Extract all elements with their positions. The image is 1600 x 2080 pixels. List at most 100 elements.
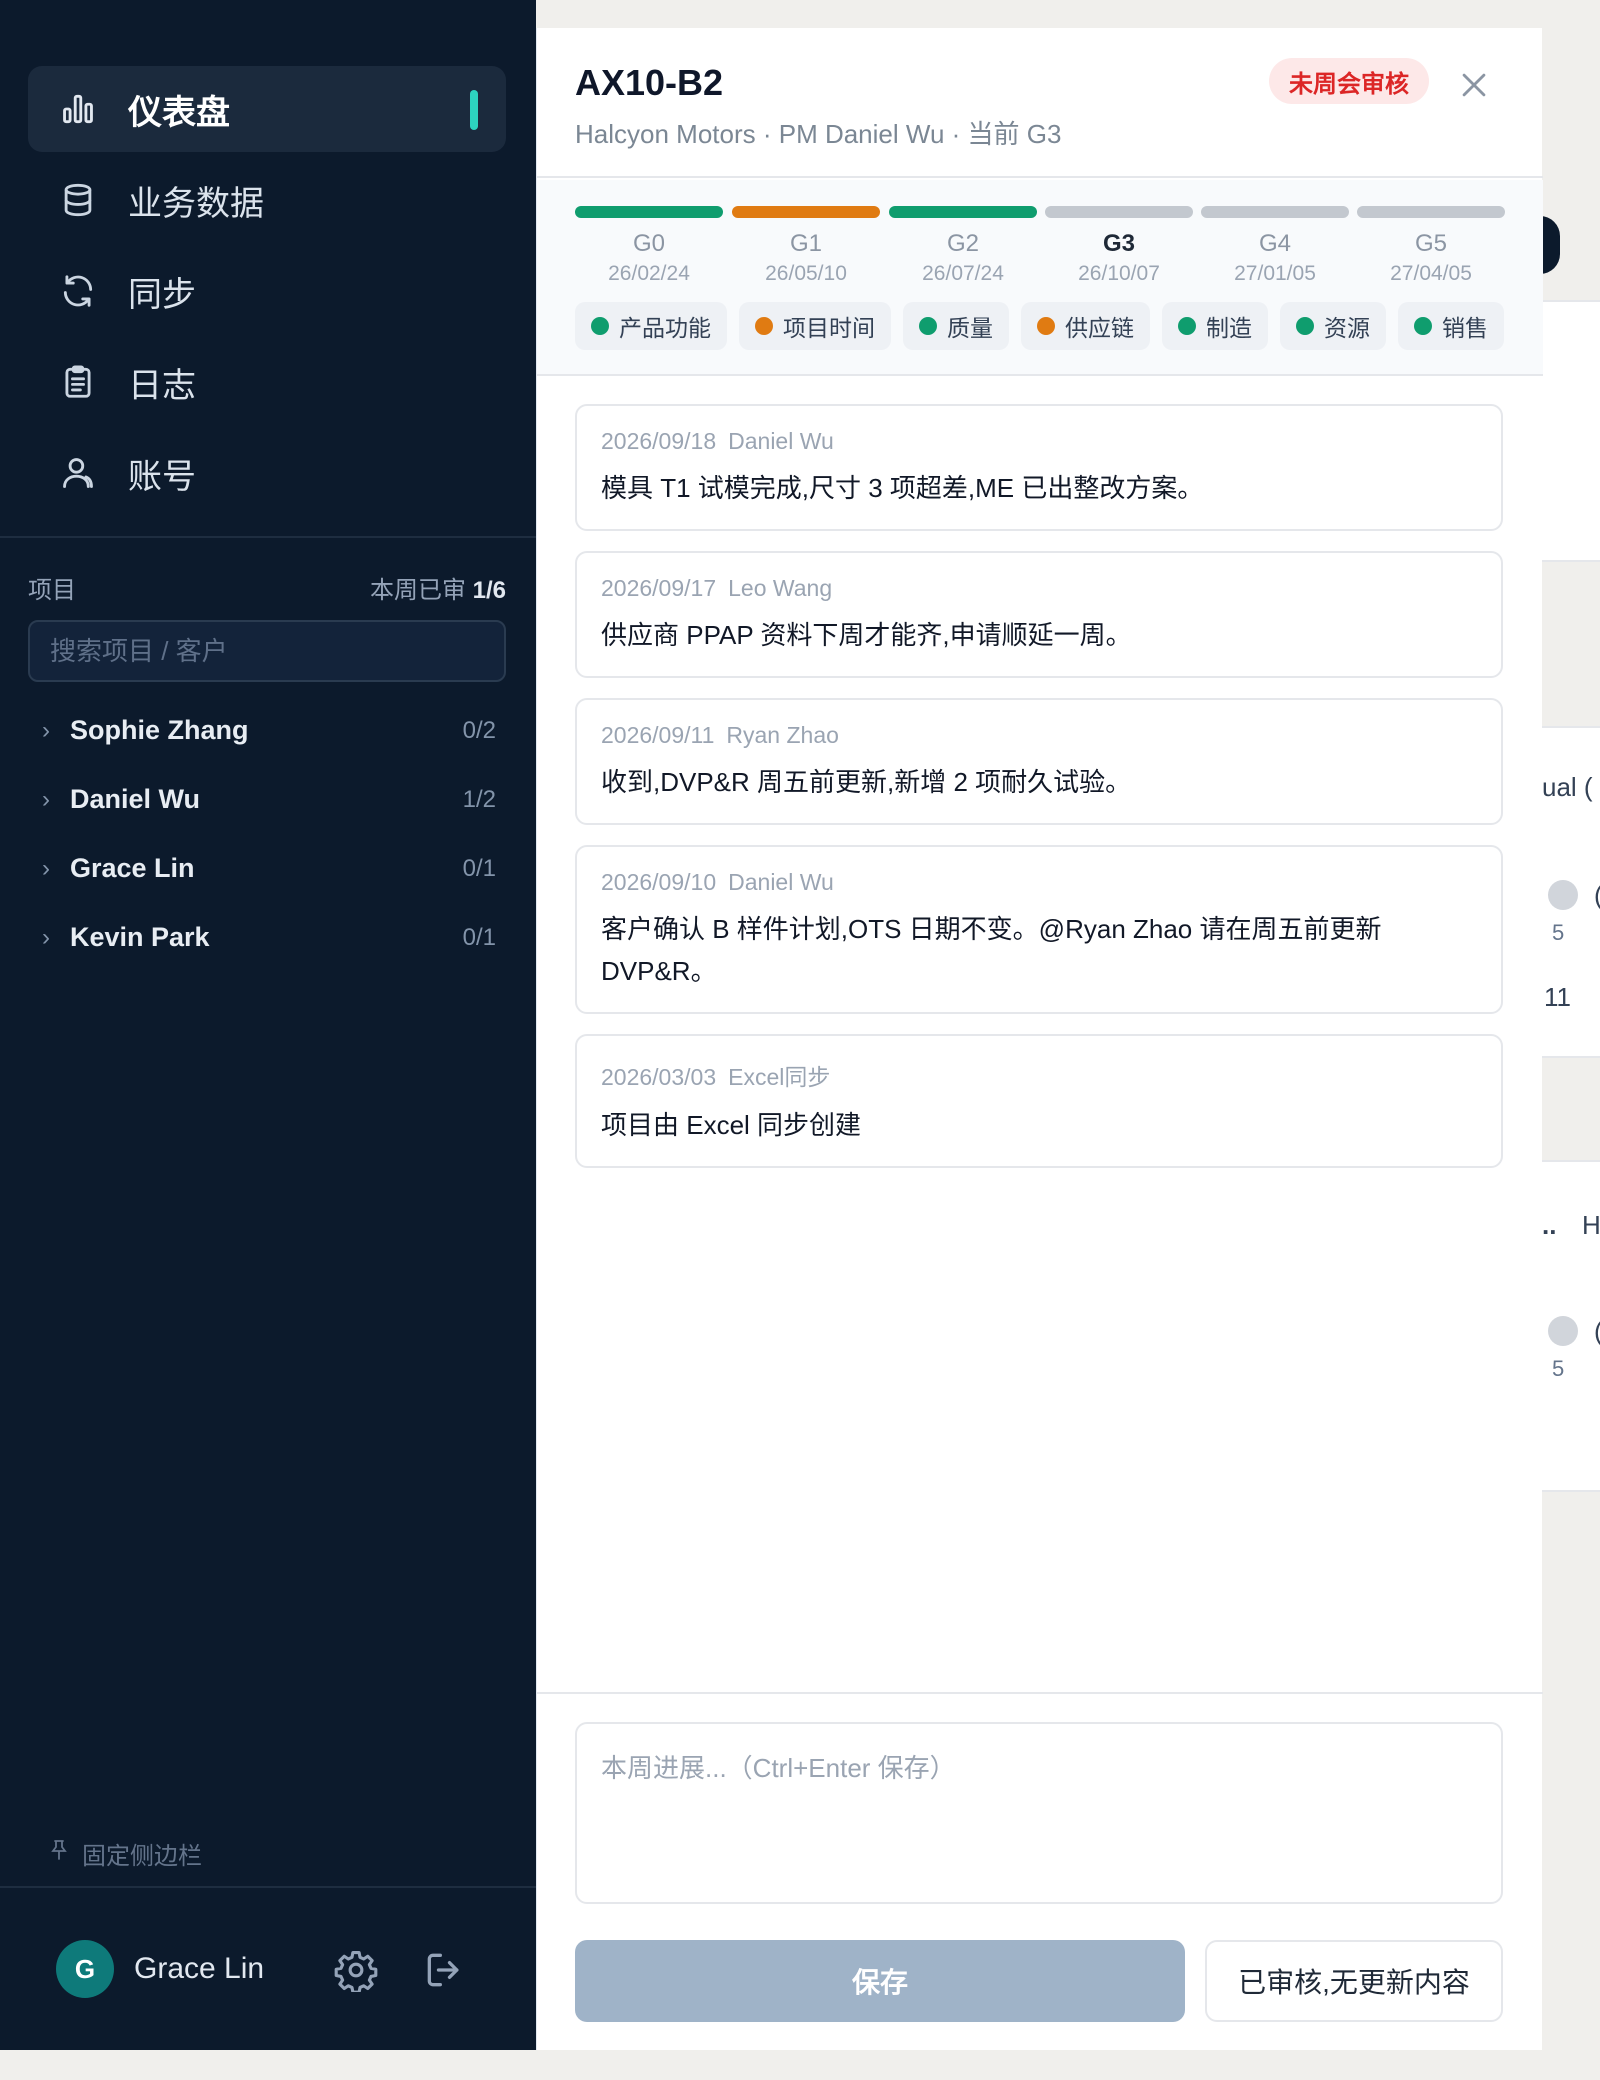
- log-entry: 2026/09/17 Leo Wang 供应商 PPAP 资料下周才能齐,申请顺延…: [575, 551, 1503, 678]
- gate-date: 26/10/07: [1078, 262, 1160, 285]
- main-nav: 仪表盘 业务数据 同步 日志 账号: [28, 66, 506, 521]
- pm-row-kevin-park[interactable]: › Kevin Park 0/1: [28, 903, 506, 972]
- log-author: Leo Wang: [728, 575, 833, 601]
- log-meta: 2026/09/10 Daniel Wu: [601, 869, 1477, 896]
- status-dot: [1296, 317, 1314, 335]
- gate-date: 27/04/05: [1390, 262, 1472, 285]
- chip-label: 资源: [1324, 315, 1370, 341]
- nav-item-business-data[interactable]: 业务数据: [28, 157, 506, 243]
- save-button[interactable]: 保存: [575, 1940, 1185, 2022]
- log-meta: 2026/03/03 Excel同步: [601, 1058, 1477, 1092]
- bar-chart-icon: [58, 89, 98, 129]
- background-card: ual ( ( 5 11: [1542, 726, 1600, 1058]
- review-label: 本周已审: [369, 577, 466, 604]
- status-dot: [591, 317, 609, 335]
- chip-supply-chain[interactable]: 供应链: [1021, 302, 1150, 350]
- log-author: Ryan Zhao: [726, 722, 839, 748]
- chip-label: 供应链: [1065, 315, 1134, 341]
- weekly-progress-input[interactable]: [575, 1722, 1503, 1904]
- gate-g0[interactable]: G0 26/02/24: [575, 206, 723, 286]
- gear-icon[interactable]: [334, 1948, 378, 1994]
- log-text: 项目由 Excel 同步创建: [601, 1110, 862, 1140]
- log-text: 收到,DVP&R 周五前更新,新增 2 项耐久试验。: [601, 767, 1132, 797]
- log-author: Daniel Wu: [728, 869, 834, 895]
- gate-name: G4: [1258, 230, 1291, 257]
- chip-sales[interactable]: 销售: [1398, 302, 1504, 350]
- nav-label: 同步: [128, 275, 196, 314]
- footer-divider: [537, 1692, 1543, 1694]
- chip-label: 制造: [1206, 315, 1252, 341]
- user-profile[interactable]: G Grace Lin: [56, 1940, 264, 1998]
- pm-row-grace-lin[interactable]: › Grace Lin 0/1: [28, 834, 506, 903]
- chip-resources[interactable]: 资源: [1280, 302, 1386, 350]
- database-icon: [58, 180, 98, 220]
- gate-name: G5: [1414, 230, 1447, 257]
- nav-item-account[interactable]: 账号: [28, 430, 506, 516]
- background-text: 5: [1552, 1356, 1565, 1381]
- close-icon[interactable]: [1457, 68, 1491, 102]
- user-name: Grace Lin: [134, 1952, 265, 1985]
- pm-review-count: 1/2: [462, 785, 496, 813]
- gate-g2[interactable]: G2 26/07/24: [889, 206, 1037, 286]
- status-dot: [919, 317, 937, 335]
- log-entry: 2026/09/18 Daniel Wu 模具 T1 试模完成,尺寸 3 项超差,…: [575, 404, 1503, 531]
- background-dot: [1548, 880, 1578, 910]
- projects-title: 项目: [28, 577, 76, 604]
- bottom-strip: [0, 2050, 1600, 2080]
- background-text: (: [1594, 1316, 1600, 1347]
- pm-row-sophie-zhang[interactable]: › Sophie Zhang 0/2: [28, 696, 506, 765]
- reviewed-no-update-button[interactable]: 已审核,无更新内容: [1205, 1940, 1503, 2022]
- projects-header: 项目 本周已审 1/6: [28, 570, 506, 605]
- logout-icon[interactable]: [422, 1948, 466, 1992]
- project-detail-panel: AX10-B2 Halcyon Motors · PM Daniel Wu · …: [536, 28, 1543, 2050]
- gate-g3[interactable]: G3 26/10/07: [1045, 206, 1193, 286]
- status-dot: [1178, 317, 1196, 335]
- active-indicator: [470, 90, 478, 130]
- log-author: Daniel Wu: [728, 428, 834, 454]
- chip-product-function[interactable]: 产品功能: [575, 302, 727, 350]
- status-badge: 未周会审核: [1269, 58, 1429, 104]
- gate-g1[interactable]: G1 26/05/10: [732, 206, 880, 286]
- pm-review-count: 0/2: [462, 716, 496, 744]
- log-meta: 2026/09/18 Daniel Wu: [601, 428, 1477, 455]
- nav-item-dashboard[interactable]: 仪表盘: [28, 66, 506, 152]
- gate-bar: [732, 206, 880, 218]
- gate-date: 26/07/24: [922, 262, 1004, 285]
- review-progress: 本周已审 1/6: [370, 570, 506, 605]
- panel-header: AX10-B2 Halcyon Motors · PM Daniel Wu · …: [537, 28, 1543, 178]
- pm-row-daniel-wu[interactable]: › Daniel Wu 1/2: [28, 765, 506, 834]
- background-text: ..: [1542, 1210, 1557, 1240]
- category-status-chips: 产品功能 项目时间 质量 供应链 制造 资源 销售: [575, 302, 1504, 350]
- project-search-input[interactable]: [28, 620, 506, 682]
- log-date: 2026/09/17: [601, 575, 717, 601]
- log-author: Excel同步: [728, 1064, 831, 1090]
- gate-g4[interactable]: G4 27/01/05: [1201, 206, 1349, 286]
- background-dot: [1548, 1316, 1578, 1346]
- background-text: H: [1582, 1210, 1600, 1240]
- gate-bar: [575, 206, 723, 218]
- log-text: 模具 T1 试模完成,尺寸 3 项超差,ME 已出整改方案。: [601, 473, 1204, 503]
- pm-review-count: 0/1: [462, 923, 496, 951]
- chip-quality[interactable]: 质量: [903, 302, 1009, 350]
- user-icon: [58, 453, 98, 493]
- log-entry: 2026/09/10 Daniel Wu 客户确认 B 样件计划,OTS 日期不变…: [575, 845, 1503, 1014]
- progress-log-list: 2026/09/18 Daniel Wu 模具 T1 试模完成,尺寸 3 项超差,…: [575, 404, 1503, 1188]
- nav-label: 账号: [128, 457, 196, 496]
- nav-item-sync[interactable]: 同步: [28, 248, 506, 334]
- log-date: 2026/09/18: [601, 428, 717, 454]
- pin-sidebar-toggle[interactable]: 固定侧边栏: [50, 1836, 202, 1871]
- sync-icon: [58, 271, 98, 311]
- log-text: 客户确认 B 样件计划,OTS 日期不变。@Ryan Zhao 请在周五前更新 …: [601, 914, 1382, 986]
- clipboard-icon: [58, 362, 98, 402]
- status-dot: [755, 317, 773, 335]
- log-entry: 2026/09/11 Ryan Zhao 收到,DVP&R 周五前更新,新增 2 …: [575, 698, 1503, 825]
- chevron-right-icon: ›: [42, 923, 50, 951]
- chip-schedule[interactable]: 项目时间: [739, 302, 891, 350]
- gate-bar: [1201, 206, 1349, 218]
- chip-label: 质量: [947, 315, 993, 341]
- gate-g5[interactable]: G5 27/04/05: [1357, 206, 1505, 286]
- nav-item-logs[interactable]: 日志: [28, 339, 506, 425]
- gate-name: G1: [789, 230, 822, 257]
- status-dot: [1414, 317, 1432, 335]
- chip-manufacturing[interactable]: 制造: [1162, 302, 1268, 350]
